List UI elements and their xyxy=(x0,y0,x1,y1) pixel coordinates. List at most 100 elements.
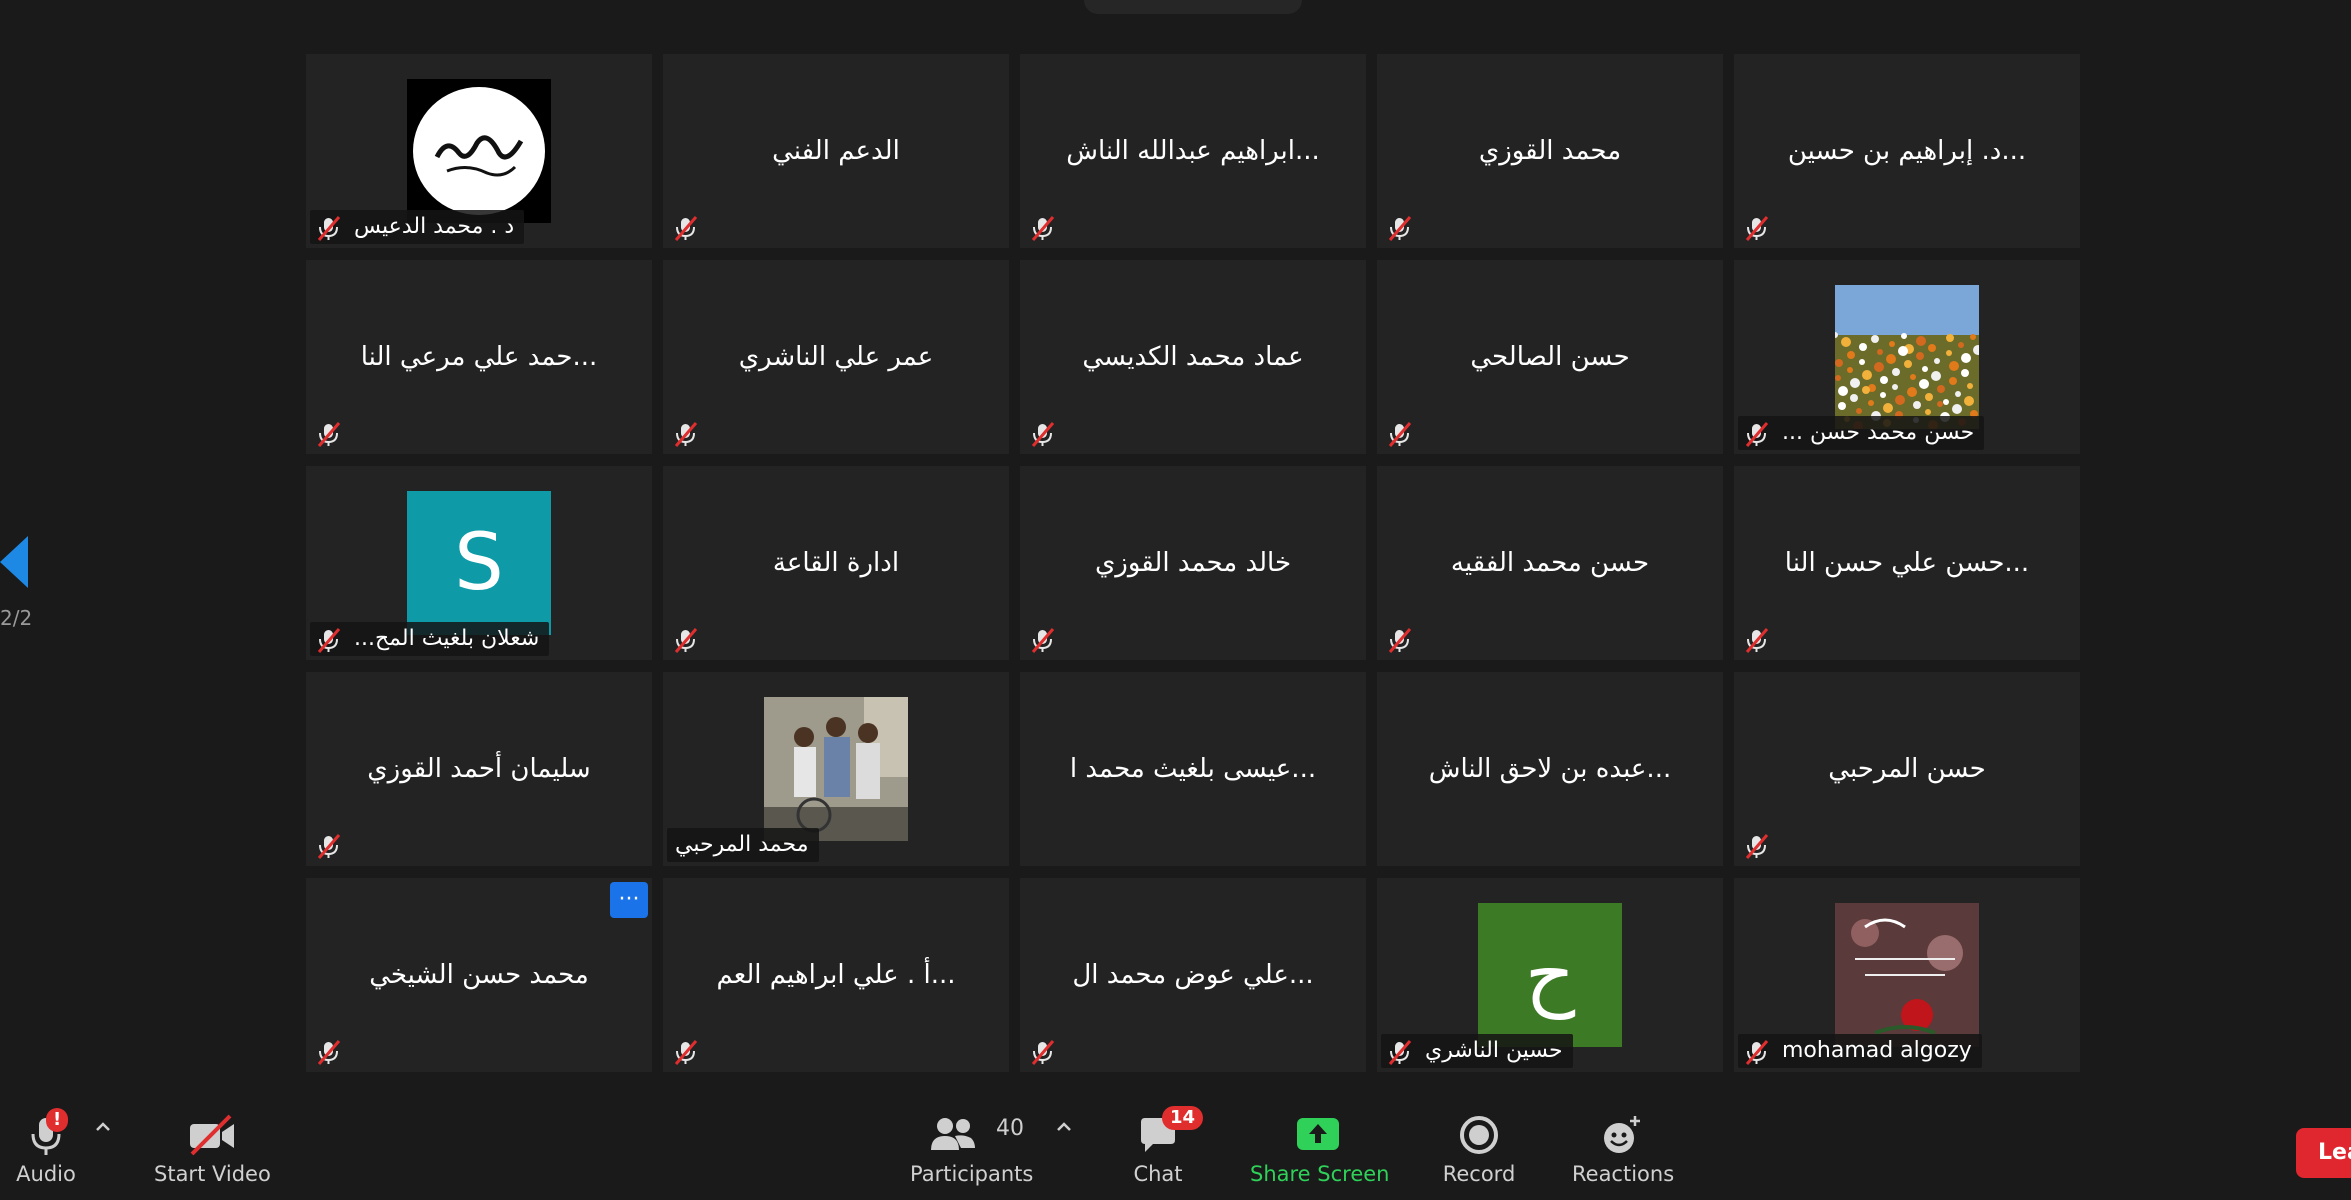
reactions-button[interactable]: Reactions xyxy=(1572,1110,1675,1186)
participant-name: ...عيسى بلغيث محمد ا xyxy=(1069,754,1317,784)
muted-microphone-icon xyxy=(317,422,341,447)
participant-name: ...حسن علي حسن النا xyxy=(1784,548,2030,578)
participant-name: ...عبده بن لاحق الناش xyxy=(1428,754,1672,784)
participant-name: سليمان أحمد القوزي xyxy=(367,754,591,784)
record-label: Record xyxy=(1442,1162,1516,1186)
meeting-toolbar: ! Audio Start Video 40 Participants 14 C… xyxy=(0,1096,2351,1200)
muted-microphone-icon xyxy=(674,422,698,447)
group-photo-image xyxy=(764,697,908,841)
participant-name-tag: محمد المرحبي xyxy=(667,828,819,862)
muted-microphone-icon xyxy=(1031,628,1055,653)
participant-name: حسن المرحبي xyxy=(1828,754,1986,784)
participant-tile[interactable]: حسن محمد الفقيه xyxy=(1377,466,1723,660)
participant-tile[interactable]: ...ابراهيم عبدالله الناش xyxy=(1020,54,1366,248)
participant-name: حسن محمد الفقيه xyxy=(1450,548,1650,578)
avatar-initial: S xyxy=(454,518,504,608)
record-button[interactable]: Record xyxy=(1436,1110,1522,1186)
muted-microphone-icon xyxy=(674,216,698,241)
leave-button[interactable]: Lea xyxy=(2296,1128,2351,1178)
share-screen-button[interactable]: Share Screen xyxy=(1250,1110,1390,1186)
participant-name: ...علي عوض محمد ال xyxy=(1072,960,1314,990)
previous-page-arrow-icon[interactable] xyxy=(0,536,30,588)
participant-avatar xyxy=(1835,903,1979,1047)
participant-name: محمد حسن الشيخي xyxy=(369,960,589,990)
participant-tile[interactable]: ...حمد علي مرعي النا xyxy=(306,260,652,454)
participant-tile[interactable]: محمد القوزي xyxy=(1377,54,1723,248)
audio-button[interactable]: ! Audio xyxy=(12,1108,80,1186)
page-indicator: 2/2 xyxy=(0,606,33,630)
record-icon xyxy=(1460,1116,1498,1154)
participant-name: ...د. إبراهيم بن حسين xyxy=(1787,136,2027,166)
participant-tile[interactable]: خالد محمد القوزي xyxy=(1020,466,1366,660)
participant-tile[interactable]: ...حسن علي حسن النا xyxy=(1734,466,2080,660)
share-screen-arrow-icon xyxy=(1297,1118,1339,1150)
muted-microphone-icon xyxy=(317,628,341,653)
participant-tile[interactable]: ...علي عوض محمد ال xyxy=(1020,878,1366,1072)
participant-tile[interactable]: ح حسين الناشري xyxy=(1377,878,1723,1072)
participant-tile[interactable]: ...عيسى بلغيث محمد ا xyxy=(1020,672,1366,866)
participant-name-tag: ... حسن محمد حسن xyxy=(1738,416,1985,450)
participant-tile[interactable]: ...عبده بن لاحق الناش xyxy=(1377,672,1723,866)
muted-microphone-icon xyxy=(317,1040,341,1065)
participant-name: عمر علي الناشري xyxy=(738,342,934,372)
participants-button[interactable]: 40 Participants xyxy=(910,1110,1034,1186)
participant-tile[interactable]: ادارة القاعة xyxy=(663,466,1009,660)
participant-tile[interactable]: S ...شعلان بلغيث المح xyxy=(306,466,652,660)
video-off-icon xyxy=(190,1114,234,1156)
participant-name: محمد القوزي xyxy=(1478,136,1622,166)
participant-tile[interactable]: عماد محمد الكديسي xyxy=(1020,260,1366,454)
participant-name: حسن الصالحي xyxy=(1470,342,1630,372)
participant-avatar xyxy=(407,79,551,223)
muted-microphone-icon xyxy=(1388,628,1412,653)
participant-tile[interactable]: حسن المرحبي xyxy=(1734,672,2080,866)
participant-avatar: S xyxy=(407,491,551,635)
participant-tile[interactable]: محمد حسن الشيخي ··· xyxy=(306,878,652,1072)
audio-warning-badge: ! xyxy=(46,1108,69,1132)
participant-tile[interactable]: د . محمد الدعيس xyxy=(306,54,652,248)
muted-microphone-icon xyxy=(1031,1040,1055,1065)
muted-microphone-icon xyxy=(1388,422,1412,447)
participant-tile[interactable]: الدعم الفني xyxy=(663,54,1009,248)
audio-options-chevron-icon[interactable] xyxy=(93,1120,113,1134)
flowers-field-image xyxy=(1835,285,1979,429)
participants-icon xyxy=(931,1118,975,1150)
top-handle[interactable] xyxy=(1084,0,1302,14)
audio-label: Audio xyxy=(16,1162,76,1186)
participant-tile[interactable]: عمر علي الناشري xyxy=(663,260,1009,454)
start-video-button[interactable]: Start Video xyxy=(154,1110,271,1186)
muted-microphone-icon xyxy=(317,834,341,859)
muted-microphone-icon xyxy=(674,1040,698,1065)
participant-tile[interactable]: محمد المرحبي xyxy=(663,672,1009,866)
participant-tile[interactable]: سليمان أحمد القوزي xyxy=(306,672,652,866)
more-options-button[interactable]: ··· xyxy=(610,882,648,918)
participant-tile[interactable]: ... حسن محمد حسن xyxy=(1734,260,2080,454)
chat-button[interactable]: 14 Chat xyxy=(1120,1106,1204,1186)
participant-tile[interactable]: mohamad algozy xyxy=(1734,878,2080,1072)
chat-unread-badge: 14 xyxy=(1162,1106,1204,1130)
participant-name-tag: ...شعلان بلغيث المح xyxy=(310,622,550,656)
participants-count: 40 xyxy=(996,1116,1024,1141)
reactions-label: Reactions xyxy=(1572,1162,1675,1186)
muted-microphone-icon xyxy=(1745,628,1769,653)
rose-greeting-image xyxy=(1835,903,1979,1047)
reactions-smiley-icon xyxy=(1604,1116,1640,1153)
participant-avatar xyxy=(1835,285,1979,429)
participant-name: خالد محمد القوزي xyxy=(1094,548,1292,578)
muted-microphone-icon xyxy=(674,628,698,653)
participant-tile[interactable]: ...أ . علي ابراهيم العم xyxy=(663,878,1009,1072)
muted-microphone-icon xyxy=(1031,216,1055,241)
participant-avatar: ح xyxy=(1478,903,1622,1047)
participant-tile[interactable]: حسن الصالحي xyxy=(1377,260,1723,454)
participant-name: ادارة القاعة xyxy=(772,548,900,578)
calligraphy-logo-image xyxy=(407,79,551,223)
muted-microphone-icon xyxy=(317,216,341,241)
muted-microphone-icon xyxy=(1031,422,1055,447)
participant-avatar xyxy=(764,697,908,841)
share-screen-label: Share Screen xyxy=(1250,1162,1390,1186)
participant-name: الدعم الفني xyxy=(772,136,900,166)
participants-options-chevron-icon[interactable] xyxy=(1054,1120,1074,1134)
muted-microphone-icon xyxy=(1745,1040,1769,1065)
participants-label: Participants xyxy=(910,1162,1034,1186)
participant-tile[interactable]: ...د. إبراهيم بن حسين xyxy=(1734,54,2080,248)
participant-name: ...حمد علي مرعي النا xyxy=(360,342,598,372)
